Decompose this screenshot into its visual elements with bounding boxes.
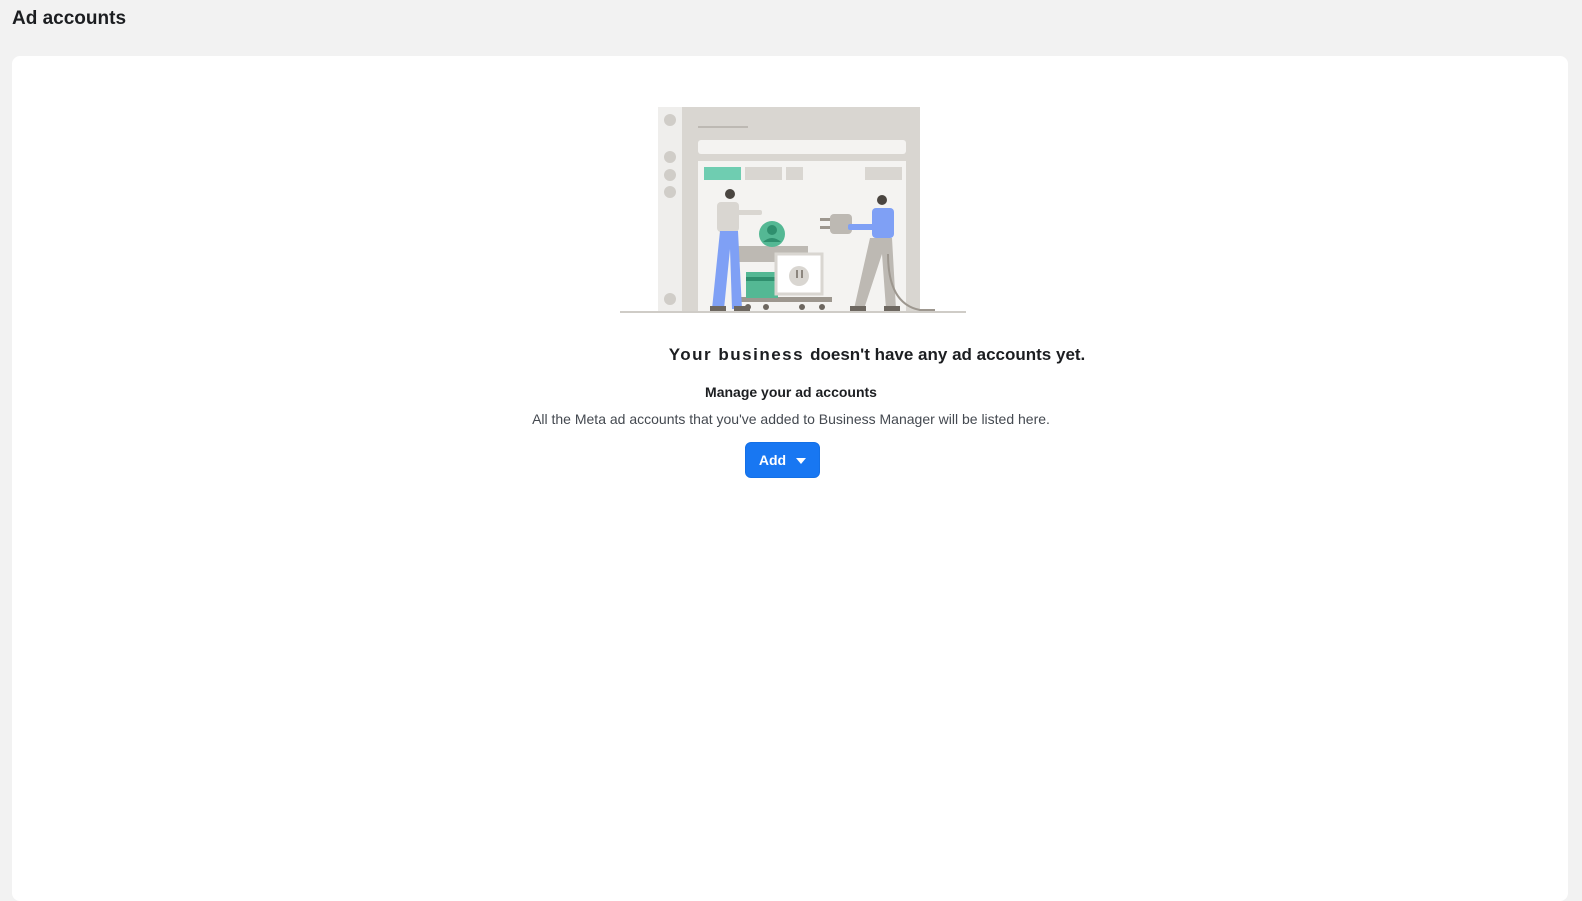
caret-down-icon [796,457,807,464]
content-card: Your business doesn't have any ad account… [12,56,1568,901]
add-button[interactable]: Add [745,442,820,478]
empty-state-illustration [620,107,966,313]
add-button-label: Add [758,452,787,468]
empty-state-subheading: Manage your ad accounts [705,384,877,400]
empty-state-headline: Your business doesn't have any ad account… [12,345,1568,365]
headline-text: doesn't have any ad accounts yet. [810,345,1086,364]
business-name: Your business [668,345,805,364]
empty-state-description: All the Meta ad accounts that you've add… [532,411,1050,427]
page-title: Ad accounts [12,8,127,29]
